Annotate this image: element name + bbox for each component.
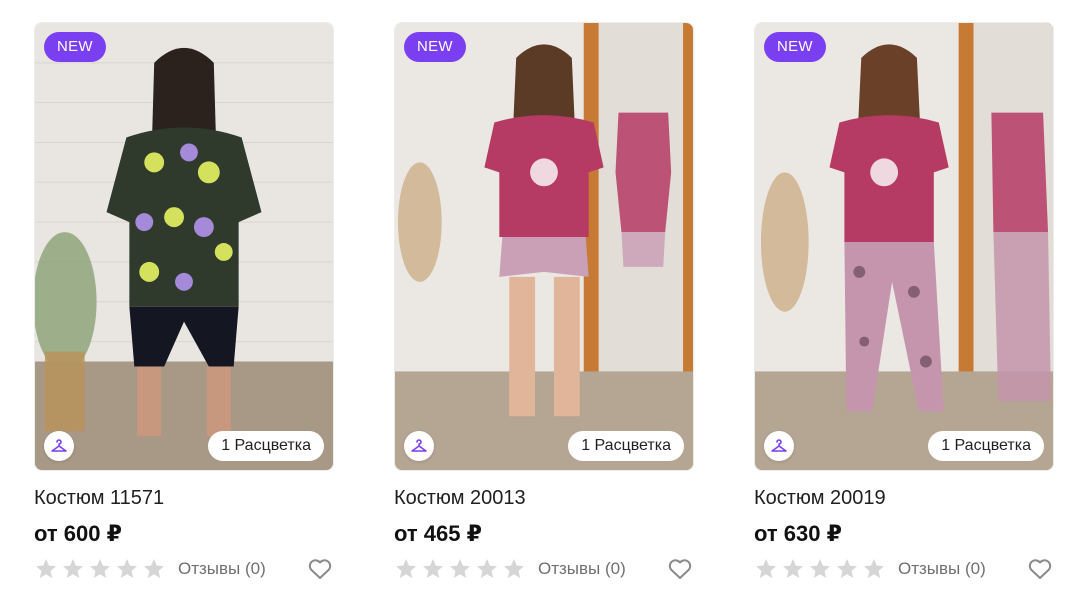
product-card[interactable]: NEW 1 Расцветка Костюм 20013 от 465 ₽ От…: [394, 22, 694, 584]
star-icon: [450, 559, 470, 578]
rating-stars: [754, 557, 886, 581]
rating-row: Отзывы (0): [754, 554, 1054, 584]
reviews-link[interactable]: Отзывы (0): [538, 559, 626, 579]
product-image: [395, 23, 693, 470]
product-card[interactable]: NEW 1 Расцветка Костюм 20019 от 630 ₽ От…: [754, 22, 1054, 584]
product-photo[interactable]: NEW 1 Расцветка: [754, 22, 1054, 471]
new-badge: NEW: [764, 32, 826, 62]
star-icon: [756, 559, 776, 578]
product-title[interactable]: Костюм 20013: [394, 486, 694, 510]
product-card[interactable]: NEW 1 Расцветка Костюм 11571 от 600 ₽ От…: [34, 22, 334, 584]
product-price: от 465 ₽: [394, 521, 482, 546]
star-icon: [423, 559, 443, 578]
rating-row: Отзывы (0): [394, 554, 694, 584]
hanger-icon: [771, 439, 787, 452]
new-badge: NEW: [404, 32, 466, 62]
product-photo[interactable]: NEW 1 Расцветка: [394, 22, 694, 471]
colors-count-badge[interactable]: 1 Расцветка: [568, 431, 684, 461]
hanger-icon: [51, 439, 67, 452]
star-icon: [477, 559, 497, 578]
rating-stars: [34, 557, 166, 581]
try-on-button[interactable]: [764, 431, 794, 461]
star-icon: [396, 559, 416, 578]
try-on-button[interactable]: [404, 431, 434, 461]
rating-row: Отзывы (0): [34, 554, 334, 584]
star-icon: [837, 559, 857, 578]
star-icon: [90, 559, 110, 578]
product-photo[interactable]: NEW 1 Расцветка: [34, 22, 334, 471]
product-image: [35, 23, 333, 470]
star-icon: [783, 559, 803, 578]
product-grid: NEW 1 Расцветка Костюм 11571 от 600 ₽ От…: [0, 0, 1071, 611]
product-title[interactable]: Костюм 20019: [754, 486, 1054, 510]
try-on-button[interactable]: [44, 431, 74, 461]
star-icon: [810, 559, 830, 578]
heart-icon[interactable]: [1026, 555, 1054, 583]
star-icon: [144, 559, 164, 578]
star-icon: [864, 559, 884, 578]
star-icon: [504, 559, 524, 578]
product-price: от 630 ₽: [754, 521, 842, 546]
star-icon: [117, 559, 137, 578]
reviews-link[interactable]: Отзывы (0): [898, 559, 986, 579]
colors-count-badge[interactable]: 1 Расцветка: [208, 431, 324, 461]
new-badge: NEW: [44, 32, 106, 62]
heart-icon[interactable]: [306, 555, 334, 583]
product-title[interactable]: Костюм 11571: [34, 486, 334, 510]
star-icon: [63, 559, 83, 578]
product-image: [755, 23, 1053, 470]
star-icon: [36, 559, 56, 578]
heart-icon[interactable]: [666, 555, 694, 583]
product-price: от 600 ₽: [34, 521, 122, 546]
reviews-link[interactable]: Отзывы (0): [178, 559, 266, 579]
hanger-icon: [411, 439, 427, 452]
rating-stars: [394, 557, 526, 581]
colors-count-badge[interactable]: 1 Расцветка: [928, 431, 1044, 461]
